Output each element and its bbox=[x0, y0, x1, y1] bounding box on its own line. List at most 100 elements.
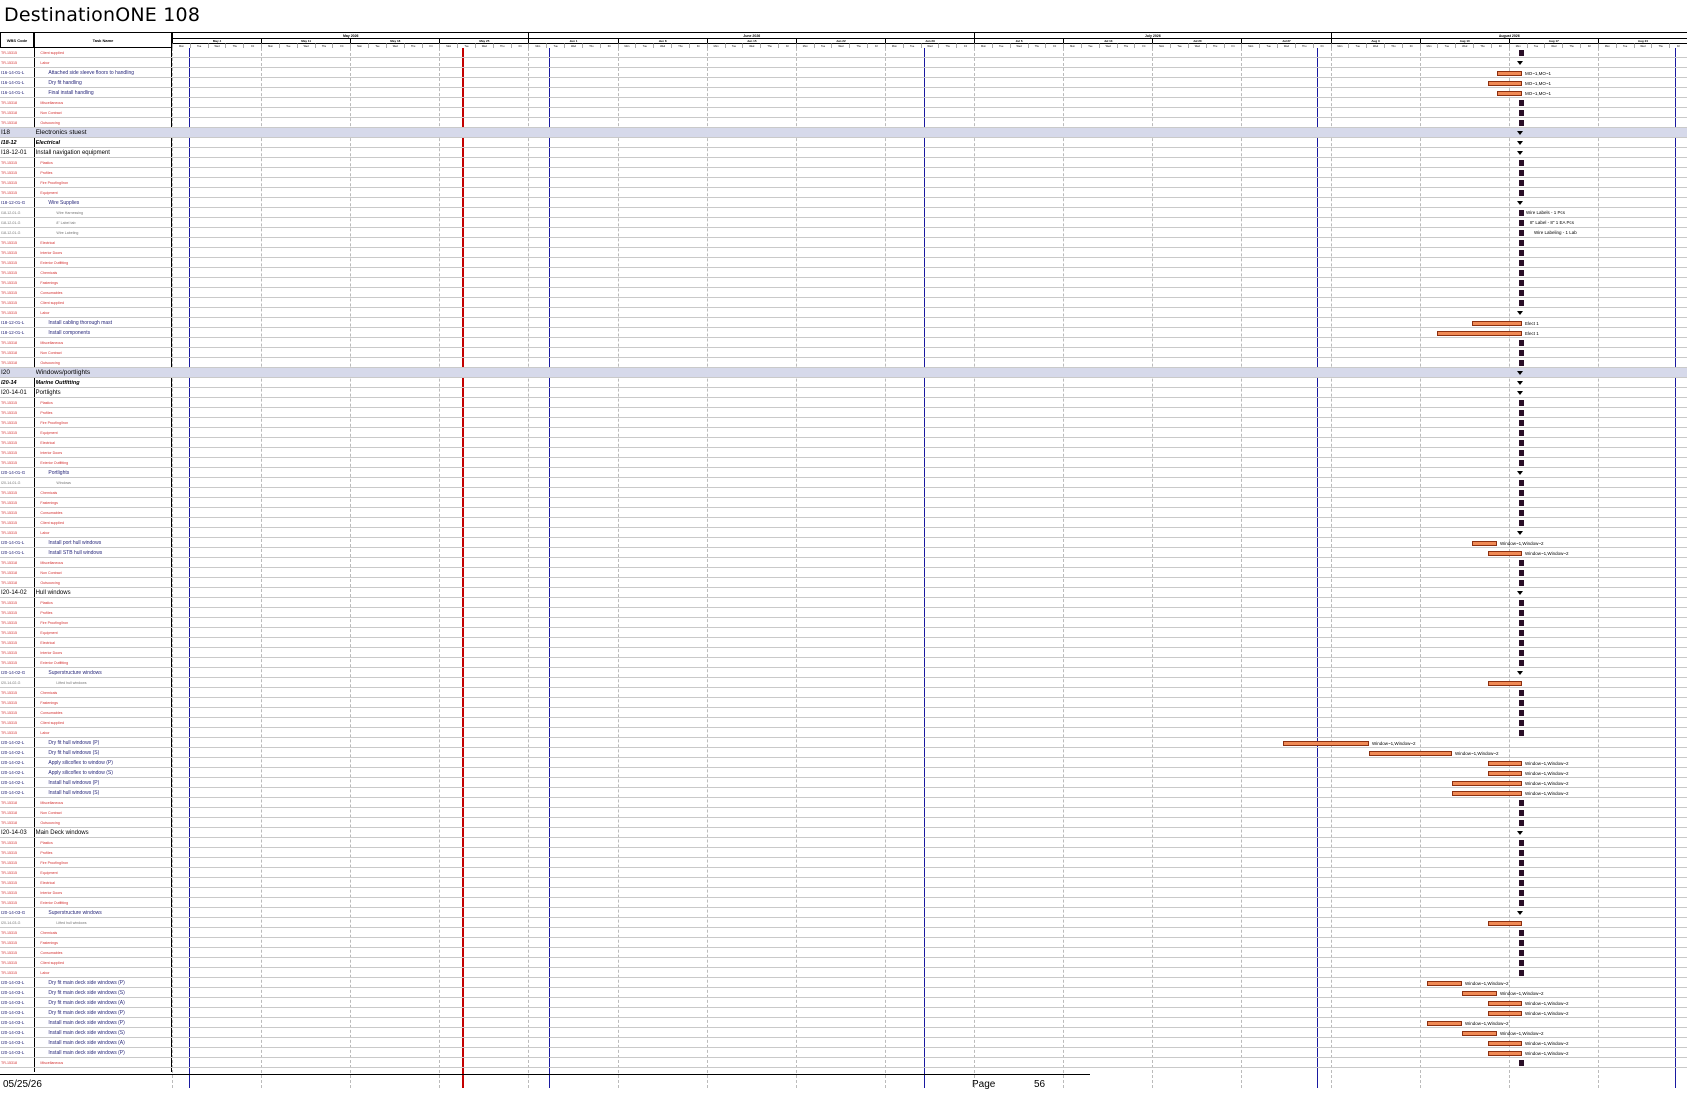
task-row[interactable]: TR-15318 Non Contract bbox=[0, 108, 1687, 118]
task-row[interactable]: TR-15315 Labor bbox=[0, 308, 1687, 318]
milestone-marker[interactable] bbox=[1519, 340, 1524, 346]
task-bar[interactable] bbox=[1488, 81, 1522, 86]
milestone-marker[interactable] bbox=[1519, 660, 1524, 666]
task-bar[interactable] bbox=[1488, 551, 1522, 556]
task-row[interactable]: I20-14-01-G Windows bbox=[0, 478, 1687, 488]
task-bar[interactable] bbox=[1488, 1011, 1522, 1016]
milestone-marker[interactable] bbox=[1519, 520, 1524, 526]
milestone-marker[interactable] bbox=[1519, 220, 1524, 226]
task-row[interactable]: TR-15315 Exterior Outfitting bbox=[0, 458, 1687, 468]
task-bar[interactable] bbox=[1283, 741, 1369, 746]
task-row[interactable]: I20-14-01 Portlights bbox=[0, 388, 1687, 398]
task-bar[interactable] bbox=[1452, 781, 1522, 786]
task-row[interactable]: I18-12-01-L Install components bbox=[0, 328, 1687, 338]
task-row[interactable]: I20-14-02-G Superstructure windows bbox=[0, 668, 1687, 678]
task-row[interactable]: TR-15315 Labor bbox=[0, 728, 1687, 738]
task-bar[interactable] bbox=[1488, 771, 1522, 776]
task-row[interactable]: TR-15315 Interior Doors bbox=[0, 888, 1687, 898]
task-row[interactable]: I18-12-01 Install navigation equipment bbox=[0, 148, 1687, 158]
task-bar[interactable] bbox=[1462, 1031, 1497, 1036]
milestone-marker[interactable] bbox=[1519, 900, 1524, 906]
milestone-marker[interactable] bbox=[1519, 120, 1524, 126]
task-row[interactable]: TR-15315 Chemicals bbox=[0, 268, 1687, 278]
task-bar[interactable] bbox=[1488, 1041, 1522, 1046]
task-row[interactable]: TR-15315 Consumables bbox=[0, 708, 1687, 718]
task-row[interactable]: I20-14-01-G Portlights bbox=[0, 468, 1687, 478]
task-row[interactable]: TR-15315 Profiles bbox=[0, 408, 1687, 418]
task-row[interactable]: I20-14-02-L Install hull windows (P) bbox=[0, 778, 1687, 788]
task-row[interactable]: TR-15315 Equipment bbox=[0, 628, 1687, 638]
task-row[interactable]: TR-15315 Labor bbox=[0, 968, 1687, 978]
milestone-marker[interactable] bbox=[1519, 720, 1524, 726]
task-row[interactable]: TR-15315 Consumables bbox=[0, 288, 1687, 298]
task-bar[interactable] bbox=[1488, 1051, 1522, 1056]
milestone-marker[interactable] bbox=[1519, 620, 1524, 626]
task-bar[interactable] bbox=[1488, 1001, 1522, 1006]
milestone-marker[interactable] bbox=[1519, 640, 1524, 646]
task-row[interactable]: I20-14-03-L Install main deck side window… bbox=[0, 1028, 1687, 1038]
task-row[interactable]: TR-15318 Miscellaneous bbox=[0, 98, 1687, 108]
milestone-marker[interactable] bbox=[1519, 690, 1524, 696]
task-row[interactable]: TR-15315 Electrical bbox=[0, 238, 1687, 248]
milestone-marker[interactable] bbox=[1519, 700, 1524, 706]
milestone-marker[interactable] bbox=[1519, 960, 1524, 966]
milestone-marker[interactable] bbox=[1519, 630, 1524, 636]
task-row[interactable]: I20-14-02-L Dry fit hull windows (P) bbox=[0, 738, 1687, 748]
milestone-marker[interactable] bbox=[1519, 270, 1524, 276]
task-row[interactable]: TR-15318 Non Contract bbox=[0, 808, 1687, 818]
milestone-marker[interactable] bbox=[1519, 710, 1524, 716]
task-row[interactable]: TR-15318 Miscellaneous bbox=[0, 798, 1687, 808]
task-bar[interactable] bbox=[1462, 991, 1497, 996]
milestone-marker[interactable] bbox=[1519, 880, 1524, 886]
task-row[interactable]: TR-15315 Electrical bbox=[0, 878, 1687, 888]
task-row[interactable]: TR-15315 Interior Doors bbox=[0, 648, 1687, 658]
task-row[interactable]: I18-12-01-G Wire Harnessing bbox=[0, 208, 1687, 218]
milestone-marker[interactable] bbox=[1519, 800, 1524, 806]
milestone-marker[interactable] bbox=[1519, 400, 1524, 406]
task-row[interactable]: TR-15318 Outsourcing bbox=[0, 818, 1687, 828]
milestone-marker[interactable] bbox=[1519, 170, 1524, 176]
task-row[interactable]: TR-15315 Profiles bbox=[0, 848, 1687, 858]
task-row[interactable]: I20-14-02-L Install hull windows (S) bbox=[0, 788, 1687, 798]
task-bar[interactable] bbox=[1497, 91, 1522, 96]
milestone-marker[interactable] bbox=[1519, 50, 1524, 56]
milestone-marker[interactable] bbox=[1519, 610, 1524, 616]
task-row[interactable]: I20-14-02-L Apply silicoflex to window (P… bbox=[0, 758, 1687, 768]
milestone-marker[interactable] bbox=[1519, 230, 1524, 236]
milestone-marker[interactable] bbox=[1519, 950, 1524, 956]
task-row[interactable]: I18-12 Electrical bbox=[0, 138, 1687, 148]
milestone-marker[interactable] bbox=[1519, 460, 1524, 466]
task-row[interactable]: I18 Electronics stuest bbox=[0, 128, 1687, 138]
milestone-marker[interactable] bbox=[1519, 160, 1524, 166]
task-row[interactable]: TR-15315 Labor bbox=[0, 58, 1687, 68]
milestone-marker[interactable] bbox=[1519, 820, 1524, 826]
task-row[interactable]: TR-15315 Equipment bbox=[0, 868, 1687, 878]
task-row[interactable]: I20-14-03 Main Deck windows bbox=[0, 828, 1687, 838]
milestone-marker[interactable] bbox=[1519, 480, 1524, 486]
task-row[interactable]: TR-15315 Plastics bbox=[0, 598, 1687, 608]
milestone-marker[interactable] bbox=[1519, 860, 1524, 866]
milestone-marker[interactable] bbox=[1519, 510, 1524, 516]
milestone-marker[interactable] bbox=[1519, 100, 1524, 106]
task-row[interactable]: TR-15315 Interior Doors bbox=[0, 248, 1687, 258]
task-row[interactable]: TR-15315 Client supplied bbox=[0, 718, 1687, 728]
task-bar[interactable] bbox=[1452, 791, 1522, 796]
milestone-marker[interactable] bbox=[1519, 350, 1524, 356]
task-row[interactable]: TR-15315 Electrical bbox=[0, 638, 1687, 648]
task-bar[interactable] bbox=[1472, 541, 1497, 546]
task-row[interactable]: TR-15315 Consumables bbox=[0, 508, 1687, 518]
task-row[interactable]: TR-15315 Equipment bbox=[0, 428, 1687, 438]
task-bar[interactable] bbox=[1488, 681, 1522, 686]
task-row[interactable]: TR-15315 Plastics bbox=[0, 398, 1687, 408]
task-bar[interactable] bbox=[1488, 761, 1522, 766]
task-bar[interactable] bbox=[1427, 981, 1462, 986]
task-row[interactable]: TR-15318 Outsourcing bbox=[0, 358, 1687, 368]
task-row[interactable]: TR-15315 Chemicals bbox=[0, 688, 1687, 698]
milestone-marker[interactable] bbox=[1519, 500, 1524, 506]
milestone-marker[interactable] bbox=[1519, 360, 1524, 366]
milestone-marker[interactable] bbox=[1519, 290, 1524, 296]
task-row[interactable]: I18-12-01-G Wire Supplies bbox=[0, 198, 1687, 208]
task-row[interactable]: I16-14-01-L Attached side sleeve floors t… bbox=[0, 68, 1687, 78]
milestone-marker[interactable] bbox=[1519, 450, 1524, 456]
task-row[interactable]: I20-14-03-L Install main deck side window… bbox=[0, 1048, 1687, 1058]
